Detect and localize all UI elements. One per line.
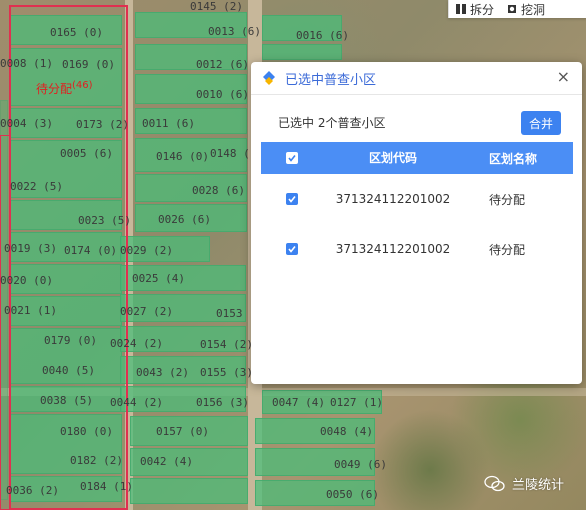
row-checkbox[interactable] [286, 243, 298, 255]
row-code: 371324112201002 [335, 192, 451, 206]
parcel-label: 0028 (6) [192, 184, 245, 197]
table-row[interactable]: 371324112201002 待分配 [261, 224, 573, 274]
selection-table: 区划代码 区划名称 371324112201002 待分配 3713241122… [261, 142, 573, 274]
split-icon [456, 4, 466, 14]
dialog-header: 已选中普查小区 × [251, 62, 582, 95]
parcel-label: 0012 (6) [196, 58, 249, 71]
dig-hole-icon [508, 5, 517, 13]
parcel-label: 0044 (2) [110, 396, 163, 409]
check-icon [288, 246, 296, 253]
parcel-label: 0019 (3) [4, 242, 57, 255]
parcel-label: 0182 (2) [70, 454, 123, 467]
parcel-label: 0026 (6) [158, 213, 211, 226]
row-name: 待分配 [489, 242, 526, 257]
map-toolbar: 拆分 挖洞 [448, 0, 586, 18]
split-label: 拆分 [470, 2, 495, 17]
column-code: 区划代码 [368, 151, 417, 165]
parcel-label: 0165 (0) [50, 26, 103, 39]
close-icon[interactable]: × [557, 69, 570, 85]
diamond-logo-icon [263, 71, 275, 85]
parcel-label: 0155 (3) [200, 366, 253, 379]
parcel-label: 0016 (6) [296, 29, 349, 42]
table-row[interactable]: 371324112201002 待分配 [261, 174, 573, 224]
row-checkbox-cell [261, 193, 323, 205]
select-all-checkbox[interactable] [286, 152, 298, 164]
parcel-label: 0184 (1) [80, 480, 133, 493]
header-checkbox-cell [261, 152, 323, 164]
row-code: 371324112201002 [335, 242, 451, 256]
parcel-label: 0011 (6) [142, 117, 195, 130]
parcel-label: 0004 (3) [0, 117, 53, 130]
parcel-label: 0048 (4) [320, 425, 373, 438]
parcel-label: 0179 (0) [44, 334, 97, 347]
dig-hole-label: 挖洞 [521, 2, 546, 17]
parcel-label: 0146 (0) [156, 150, 209, 163]
wechat-icon [484, 475, 505, 491]
table-header: 区划代码 区划名称 [261, 142, 573, 174]
parcel-label: 0021 (1) [4, 304, 57, 317]
parcel-label: 0013 (6) [208, 25, 261, 38]
row-name: 待分配 [489, 192, 526, 207]
parcel-label: 0127 (1) [330, 396, 383, 409]
parcel-label: 0047 (4) [272, 396, 325, 409]
parcel-label: 0008 (1) [0, 57, 53, 70]
parcel-label: 0027 (2) [120, 305, 173, 318]
check-icon [288, 196, 296, 203]
parcel-label: 0024 (2) [110, 337, 163, 350]
parcel-label: 0020 (0) [0, 274, 53, 287]
parcel-label: 0040 (5) [42, 364, 95, 377]
parcel-label: 0025 (4) [132, 272, 185, 285]
parcel-label: 0156 (3) [196, 396, 249, 409]
parcel-label: 0038 (5) [40, 394, 93, 407]
parcel-label: 0180 (0) [60, 425, 113, 438]
parcel[interactable] [262, 44, 342, 60]
parcel-label: 0154 (2) [200, 338, 253, 351]
check-icon [288, 155, 296, 162]
parcel-label: 0050 (6) [326, 488, 379, 501]
parcel-label: 0043 (2) [136, 366, 189, 379]
parcel-label: 0169 (0) [62, 58, 115, 71]
parcel-label: 0174 (0) [64, 244, 117, 257]
dig-hole-button[interactable]: 挖洞 [500, 0, 551, 18]
parcel-label: 0042 (4) [140, 455, 193, 468]
selected-districts-dialog: 已选中普查小区 × 已选中 2个普查小区 合并 区划代码 区划名称 371324… [251, 62, 582, 384]
parcel-label: 0029 (2) [120, 244, 173, 257]
dialog-title: 已选中普查小区 [285, 72, 377, 88]
parcel-label: 0145 (2) [190, 0, 243, 13]
merge-button[interactable]: 合并 [521, 111, 561, 135]
parcel-label: 0157 (0) [156, 425, 209, 438]
pending-count: (46) [72, 80, 93, 91]
parcel-label: 0036 (2) [6, 484, 59, 497]
split-button[interactable]: 拆分 [449, 0, 500, 18]
column-name: 区划名称 [489, 151, 538, 166]
selection-summary: 已选中 2个普查小区 [278, 116, 386, 130]
watermark-text: 兰陵统计 [512, 478, 565, 493]
parcel-label: 0010 (6) [196, 88, 249, 101]
parcel-label: 0005 (6) [60, 147, 113, 160]
parcel-label: 0049 (6) [334, 458, 387, 471]
parcel-label: 0022 (5) [10, 180, 63, 193]
row-checkbox-cell [261, 243, 323, 255]
parcel-label: 0173 (2) [76, 118, 129, 131]
watermark: 兰陵统计 [484, 474, 564, 493]
pending-text: 待分配 [36, 82, 73, 96]
row-checkbox[interactable] [286, 193, 298, 205]
parcel-label: 0023 (5) [78, 214, 131, 227]
parcel[interactable] [130, 478, 248, 504]
pending-allocation-label: 待分配(46) [36, 80, 93, 97]
